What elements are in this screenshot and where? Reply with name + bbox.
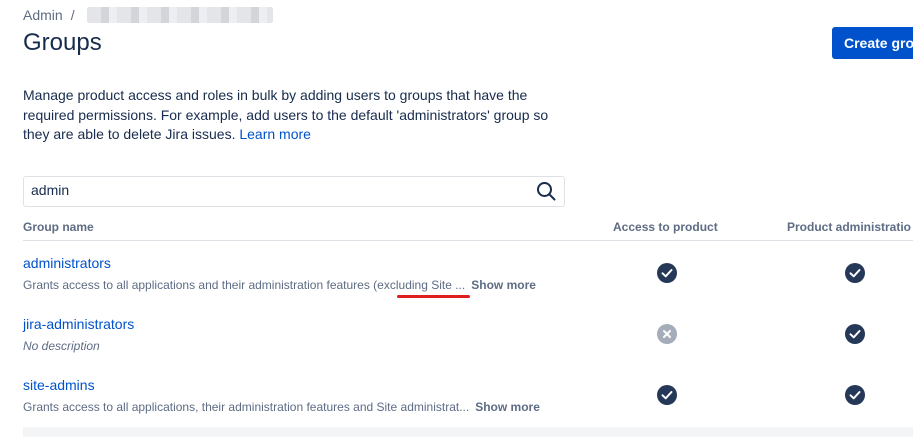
show-more-link[interactable]: Show more: [471, 278, 536, 292]
check-circle-icon: [845, 263, 865, 283]
column-header-group-name[interactable]: Group name: [23, 220, 94, 234]
check-circle-icon: [657, 263, 677, 283]
group-description-text: Grants access to all applications, their…: [23, 400, 470, 414]
annotation-underline: [397, 295, 470, 298]
page-title: Groups: [23, 29, 102, 56]
group-description-text: Grants access to all applications and th…: [23, 278, 466, 292]
breadcrumb-separator: /: [70, 7, 75, 23]
group-description: Grants access to all applications, their…: [23, 400, 913, 414]
table-row: jira-administrators No description: [23, 316, 913, 353]
column-header-product-admin: Product administratio: [787, 220, 912, 234]
create-group-button[interactable]: Create gro: [832, 27, 913, 59]
header-divider: [23, 240, 913, 241]
group-search[interactable]: [23, 176, 565, 207]
group-description: Grants access to all applications and th…: [23, 278, 913, 298]
group-link-site-admins[interactable]: site-admins: [23, 377, 913, 393]
breadcrumb-admin-link[interactable]: Admin: [23, 7, 63, 23]
check-circle-icon: [657, 385, 677, 405]
group-link-administrators[interactable]: administrators: [23, 255, 913, 271]
next-row-strip: [23, 427, 913, 437]
table-row: administrators Grants access to all appl…: [23, 255, 913, 298]
group-description: No description: [23, 339, 100, 353]
search-input[interactable]: [31, 182, 511, 198]
check-circle-icon: [845, 324, 865, 344]
column-header-access: Access to product: [613, 220, 718, 234]
cross-circle-icon: [657, 324, 677, 344]
page-description: Manage product access and roles in bulk …: [23, 86, 563, 145]
show-more-link[interactable]: Show more: [475, 400, 540, 414]
group-link-jira-administrators[interactable]: jira-administrators: [23, 316, 913, 332]
check-circle-icon: [845, 385, 865, 405]
redacted-site-name: [86, 7, 273, 23]
learn-more-link[interactable]: Learn more: [239, 126, 311, 142]
table-row: site-admins Grants access to all applica…: [23, 377, 913, 414]
search-icon[interactable]: [536, 181, 556, 201]
breadcrumb: Admin /: [23, 7, 273, 23]
